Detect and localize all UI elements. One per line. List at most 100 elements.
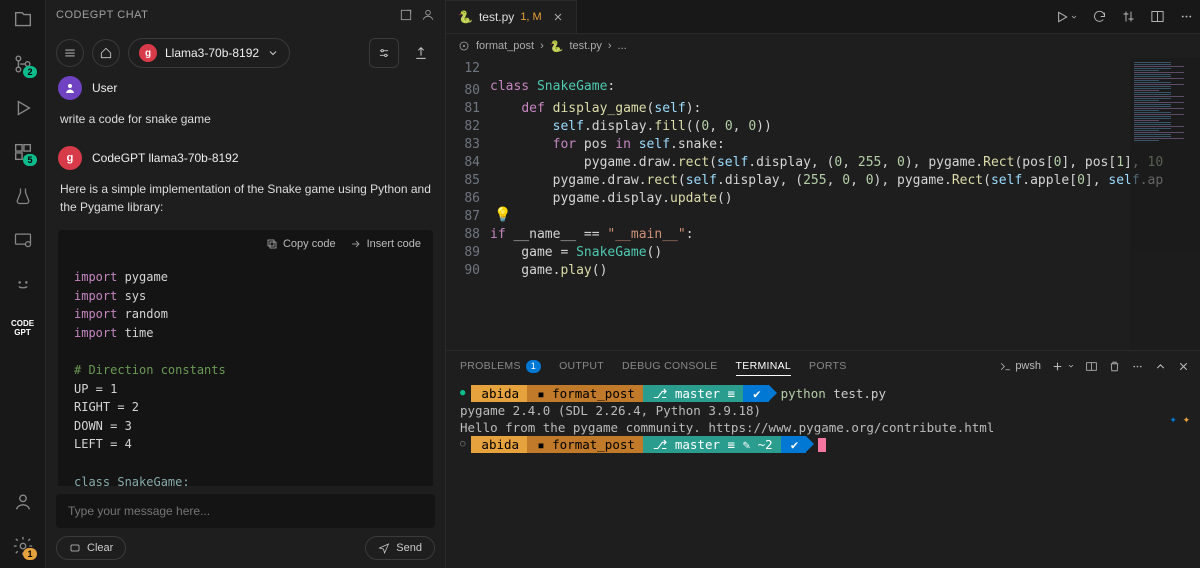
code-const: RIGHT = 2 bbox=[74, 400, 139, 414]
accounts-icon[interactable] bbox=[11, 490, 35, 514]
more-icon[interactable] bbox=[1179, 9, 1194, 25]
terminal-cursor bbox=[818, 438, 826, 452]
breadcrumbs[interactable]: format_post › 🐍 test.py › ... bbox=[446, 34, 1200, 58]
close-panel-icon[interactable] bbox=[1177, 360, 1190, 373]
split-icon[interactable] bbox=[1150, 9, 1165, 25]
code-body: import pygame import sys import random i… bbox=[58, 258, 433, 486]
run-debug-icon[interactable] bbox=[11, 96, 35, 120]
minimap[interactable] bbox=[1130, 58, 1200, 350]
terminal-decoration: ✦✦ bbox=[1170, 411, 1190, 428]
breadcrumb-folder: format_post bbox=[476, 40, 534, 52]
sliders-button[interactable] bbox=[369, 38, 399, 68]
breadcrumb-tail: ... bbox=[618, 40, 627, 52]
split-terminal-icon[interactable] bbox=[1085, 360, 1098, 373]
model-logo-icon: g bbox=[139, 44, 157, 62]
copy-code-button[interactable]: Copy code bbox=[266, 238, 336, 250]
close-icon[interactable] bbox=[552, 11, 564, 23]
prompt-user: abida bbox=[481, 437, 519, 452]
python-icon: 🐍 bbox=[550, 40, 564, 53]
copy-code-label: Copy code bbox=[283, 238, 336, 250]
bot-avatar: g bbox=[58, 146, 82, 170]
settings-icon[interactable]: 1 bbox=[11, 534, 35, 558]
terminal-body[interactable]: ✦✦ ● abida ▪ format_post ⎇ master ≡ ✔ py… bbox=[446, 381, 1200, 568]
code-comment: # Direction constants bbox=[74, 363, 226, 377]
extensions-badge: 5 bbox=[23, 154, 36, 166]
explorer-icon[interactable] bbox=[11, 8, 35, 32]
prompt-branch: master bbox=[675, 386, 720, 401]
tab-modified: 1, M bbox=[520, 11, 541, 23]
bottom-panel: PROBLEMS1 OUTPUT DEBUG CONSOLE TERMINAL … bbox=[446, 350, 1200, 568]
tab-output[interactable]: OUTPUT bbox=[559, 360, 604, 372]
codegpt-icon[interactable]: CODE GPT bbox=[11, 316, 35, 340]
diff-icon[interactable] bbox=[1121, 9, 1136, 25]
code-editor[interactable]: 12 80 81 82 83 84 85 86 87 88 89 90 clas… bbox=[446, 58, 1200, 350]
chat-panel: CODEGPT CHAT g Llama3-70b-8192 User writ… bbox=[46, 0, 446, 568]
lightbulb-icon[interactable]: 💡 bbox=[494, 207, 511, 223]
problems-badge: 1 bbox=[526, 360, 541, 373]
refresh-icon[interactable] bbox=[1092, 9, 1107, 25]
chat-header-title: CODEGPT CHAT bbox=[56, 9, 391, 21]
remote-icon[interactable] bbox=[11, 228, 35, 252]
run-button[interactable] bbox=[1054, 9, 1078, 25]
prompt-folder: format_post bbox=[552, 386, 635, 401]
chevron-up-icon[interactable] bbox=[1154, 360, 1167, 373]
target-icon bbox=[458, 40, 470, 52]
new-window-icon[interactable] bbox=[399, 8, 413, 22]
face-icon[interactable] bbox=[11, 272, 35, 296]
shell-selector[interactable]: pwsh bbox=[999, 360, 1041, 373]
chat-input-area: Clear Send bbox=[46, 486, 445, 568]
clear-button[interactable]: Clear bbox=[56, 536, 126, 560]
terminal-output: Hello from the pygame community. https:/… bbox=[460, 420, 994, 435]
extensions-icon[interactable]: 5 bbox=[11, 140, 35, 164]
upload-button[interactable] bbox=[407, 39, 435, 67]
tab-ports[interactable]: PORTS bbox=[809, 360, 846, 372]
prompt-user: abida bbox=[481, 386, 519, 401]
user-label: User bbox=[92, 81, 117, 95]
user-message: write a code for snake game bbox=[58, 110, 433, 128]
bot-label: CodeGPT llama3-70b-8192 bbox=[92, 151, 239, 165]
source-control-badge: 2 bbox=[23, 66, 36, 78]
chat-input[interactable] bbox=[56, 494, 435, 528]
panel-more-icon[interactable] bbox=[1131, 360, 1144, 373]
breadcrumb-file: test.py bbox=[569, 40, 601, 52]
code-const: LEFT = 4 bbox=[74, 437, 132, 451]
prompt-folder: format_post bbox=[552, 437, 635, 452]
panel-tabs: PROBLEMS1 OUTPUT DEBUG CONSOLE TERMINAL … bbox=[446, 351, 1200, 381]
chat-header: CODEGPT CHAT bbox=[46, 0, 445, 30]
send-label: Send bbox=[396, 542, 422, 554]
trash-icon[interactable] bbox=[1108, 360, 1121, 373]
chevron-down-icon bbox=[267, 47, 279, 59]
tab-problems[interactable]: PROBLEMS1 bbox=[460, 360, 541, 373]
code-class: class SnakeGame: bbox=[74, 475, 190, 486]
activity-bar: 2 5 CODE GPT 1 bbox=[0, 0, 46, 568]
testing-icon[interactable] bbox=[11, 184, 35, 208]
home-button[interactable] bbox=[92, 39, 120, 67]
editor-tabs: 🐍 test.py 1, M bbox=[446, 0, 1200, 34]
model-selector[interactable]: g Llama3-70b-8192 bbox=[128, 38, 290, 68]
menu-button[interactable] bbox=[56, 39, 84, 67]
terminal-output: pygame 2.4.0 (SDL 2.26.4, Python 3.9.18) bbox=[460, 402, 1186, 419]
tab-terminal[interactable]: TERMINAL bbox=[736, 360, 792, 376]
user-avatar bbox=[58, 76, 82, 100]
editor-area: 🐍 test.py 1, M format_post › 🐍 test.py ›… bbox=[446, 0, 1200, 568]
code-const: UP = 1 bbox=[74, 382, 117, 396]
code-block: Copy code Insert code import pygame impo… bbox=[58, 230, 433, 486]
gutter: 12 80 81 82 83 84 85 86 87 88 89 90 bbox=[446, 58, 490, 350]
bot-message: Here is a simple implementation of the S… bbox=[58, 180, 433, 216]
source-control-icon[interactable]: 2 bbox=[11, 52, 35, 76]
new-terminal-button[interactable] bbox=[1051, 360, 1075, 373]
tab-test-py[interactable]: 🐍 test.py 1, M bbox=[446, 0, 577, 33]
clear-label: Clear bbox=[87, 542, 113, 554]
code-const: DOWN = 3 bbox=[74, 419, 132, 433]
person-icon[interactable] bbox=[421, 8, 435, 22]
chat-toolbar: g Llama3-70b-8192 bbox=[46, 30, 445, 76]
insert-code-button[interactable]: Insert code bbox=[350, 238, 421, 250]
code-lines: class SnakeGame: def display_game(self):… bbox=[490, 58, 1200, 350]
insert-code-label: Insert code bbox=[367, 238, 421, 250]
terminal-command-file: test.py bbox=[833, 386, 886, 401]
python-icon: 🐍 bbox=[458, 10, 473, 24]
send-button[interactable]: Send bbox=[365, 536, 435, 560]
chat-content: User write a code for snake game g CodeG… bbox=[46, 76, 445, 486]
model-name: Llama3-70b-8192 bbox=[165, 46, 259, 60]
tab-debug-console[interactable]: DEBUG CONSOLE bbox=[622, 360, 718, 372]
